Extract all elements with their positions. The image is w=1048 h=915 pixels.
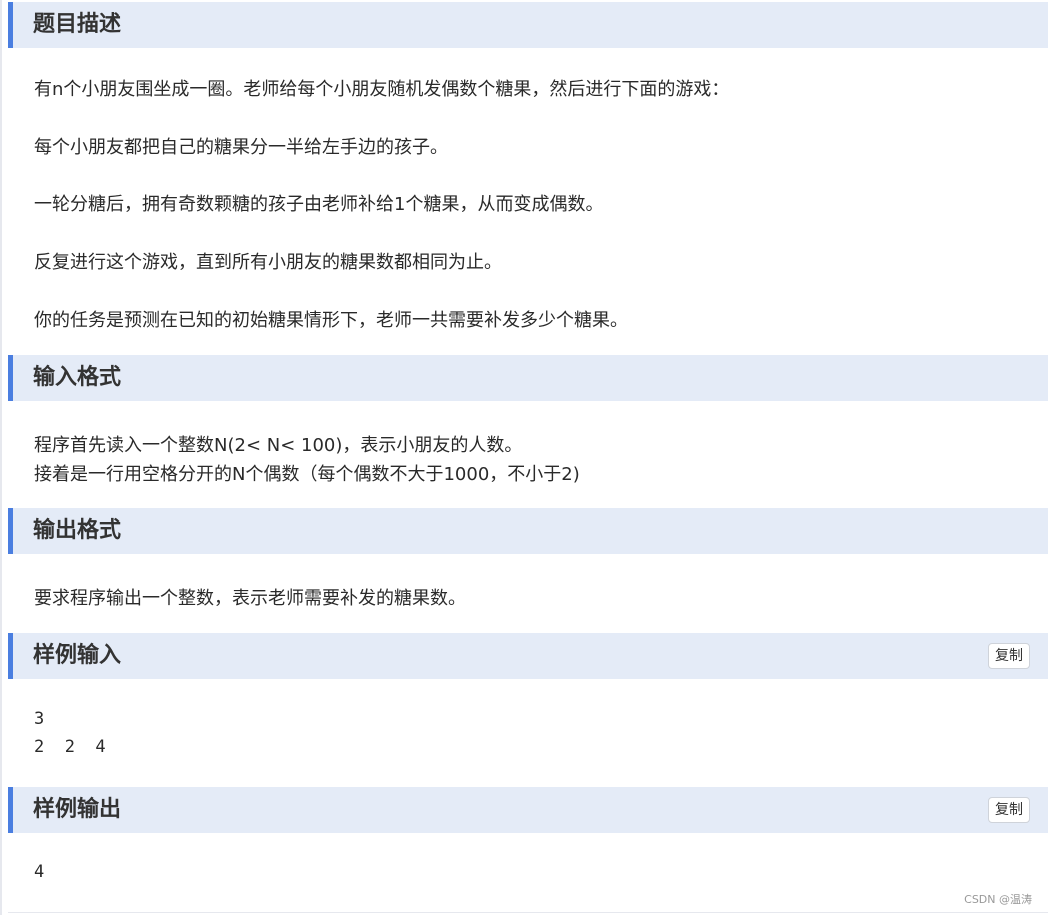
input-format-line: 程序首先读入一个整数N(2< N< 100)，表示小朋友的人数。 <box>34 435 523 456</box>
output-format-line: 要求程序输出一个整数，表示老师需要补发的糖果数。 <box>34 588 466 609</box>
copy-sample-output-button[interactable]: 复制 <box>988 797 1030 823</box>
section-title-description: 题目描述 <box>33 12 122 37</box>
description-paragraph: 你的任务是预测在已知的初始糖果情形下，老师一共需要补发多少个糖果。 <box>34 310 628 331</box>
sample-input-line: 2 2 4 <box>34 737 106 757</box>
copy-sample-input-button[interactable]: 复制 <box>988 643 1030 669</box>
section-header-description: 题目描述 <box>8 2 1048 48</box>
description-paragraph: 反复进行这个游戏，直到所有小朋友的糖果数都相同为止。 <box>34 252 502 273</box>
sample-output-line: 4 <box>34 862 45 882</box>
section-title-output-format: 输出格式 <box>33 518 122 543</box>
section-header-input-format: 输入格式 <box>8 355 1048 401</box>
watermark: CSDN @温涛 <box>964 893 1032 906</box>
description-paragraph: 有n个小朋友围坐成一圈。老师给每个小朋友随机发偶数个糖果，然后进行下面的游戏： <box>34 79 730 100</box>
description-paragraph: 一轮分糖后，拥有奇数颗糖的孩子由老师补给1个糖果，从而变成偶数。 <box>34 194 604 215</box>
section-title-sample-output: 样例输出 <box>33 797 122 822</box>
input-format-line: 接着是一行用空格分开的N个偶数（每个偶数不大于1000，不小于2) <box>34 464 580 485</box>
section-title-sample-input: 样例输入 <box>33 643 122 668</box>
problem-page: 题目描述 有n个小朋友围坐成一圈。老师给每个小朋友随机发偶数个糖果，然后进行下面… <box>0 0 1048 915</box>
section-header-sample-output: 样例输出 复制 <box>8 787 1048 833</box>
sample-input-line: 3 <box>34 709 45 729</box>
section-header-sample-input: 样例输入 复制 <box>8 633 1048 679</box>
section-title-input-format: 输入格式 <box>33 365 122 390</box>
section-header-output-format: 输出格式 <box>8 508 1048 554</box>
bottom-divider <box>8 912 1048 913</box>
description-paragraph: 每个小朋友都把自己的糖果分一半给左手边的孩子。 <box>34 137 448 158</box>
